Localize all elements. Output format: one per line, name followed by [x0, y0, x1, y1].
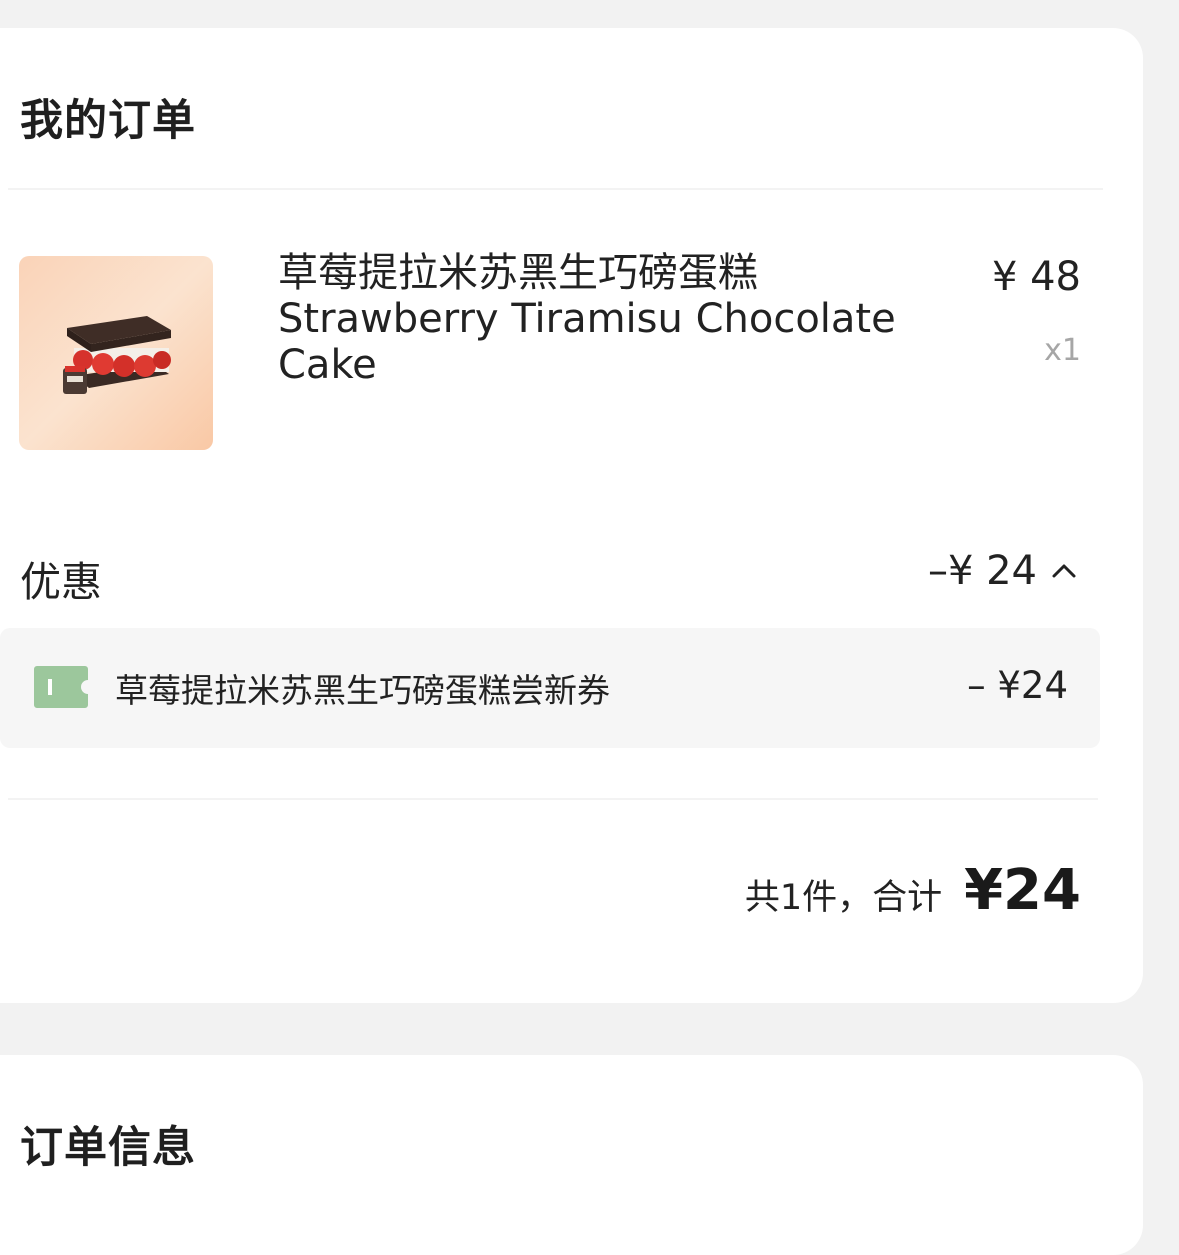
summary-total: ¥24	[964, 858, 1081, 923]
discount-toggle[interactable]: –¥ 24	[928, 548, 1081, 594]
product-name[interactable]: 草莓提拉米苏黑生巧磅蛋糕 Strawberry Tiramisu Chocola…	[278, 250, 958, 388]
coupon-row[interactable]: 草莓提拉米苏黑生巧磅蛋糕尝新券 – ¥24	[0, 628, 1100, 748]
product-quantity: x1	[1044, 333, 1081, 368]
summary-count: 共1件，合计	[744, 878, 943, 918]
order-summary: 共1件，合计 ¥24	[745, 858, 1081, 923]
divider	[8, 798, 1098, 800]
coupon-icon	[34, 666, 88, 708]
chevron-up-icon[interactable]	[1047, 554, 1081, 588]
coupon-name: 草莓提拉米苏黑生巧磅蛋糕尝新券	[115, 671, 610, 710]
product-price: ¥ 48	[991, 254, 1081, 300]
coupon-amount: – ¥24	[967, 664, 1068, 707]
order-card: 我的订单 草莓提拉米苏黑生巧磅蛋糕 Strawberry Tiramisu Ch…	[0, 28, 1143, 1003]
order-info-title: 订单信息	[20, 1123, 196, 1173]
product-name-en: Strawberry Tiramisu Chocolate Cake	[278, 296, 896, 388]
divider	[8, 188, 1103, 190]
product-name-cn: 草莓提拉米苏黑生巧磅蛋糕	[278, 250, 758, 296]
cake-image[interactable]	[19, 256, 213, 450]
discount-label: 优惠	[20, 558, 102, 606]
order-title: 我的订单	[20, 96, 196, 146]
discount-amount: –¥ 24	[927, 548, 1037, 594]
order-info-card: 订单信息	[0, 1055, 1143, 1255]
